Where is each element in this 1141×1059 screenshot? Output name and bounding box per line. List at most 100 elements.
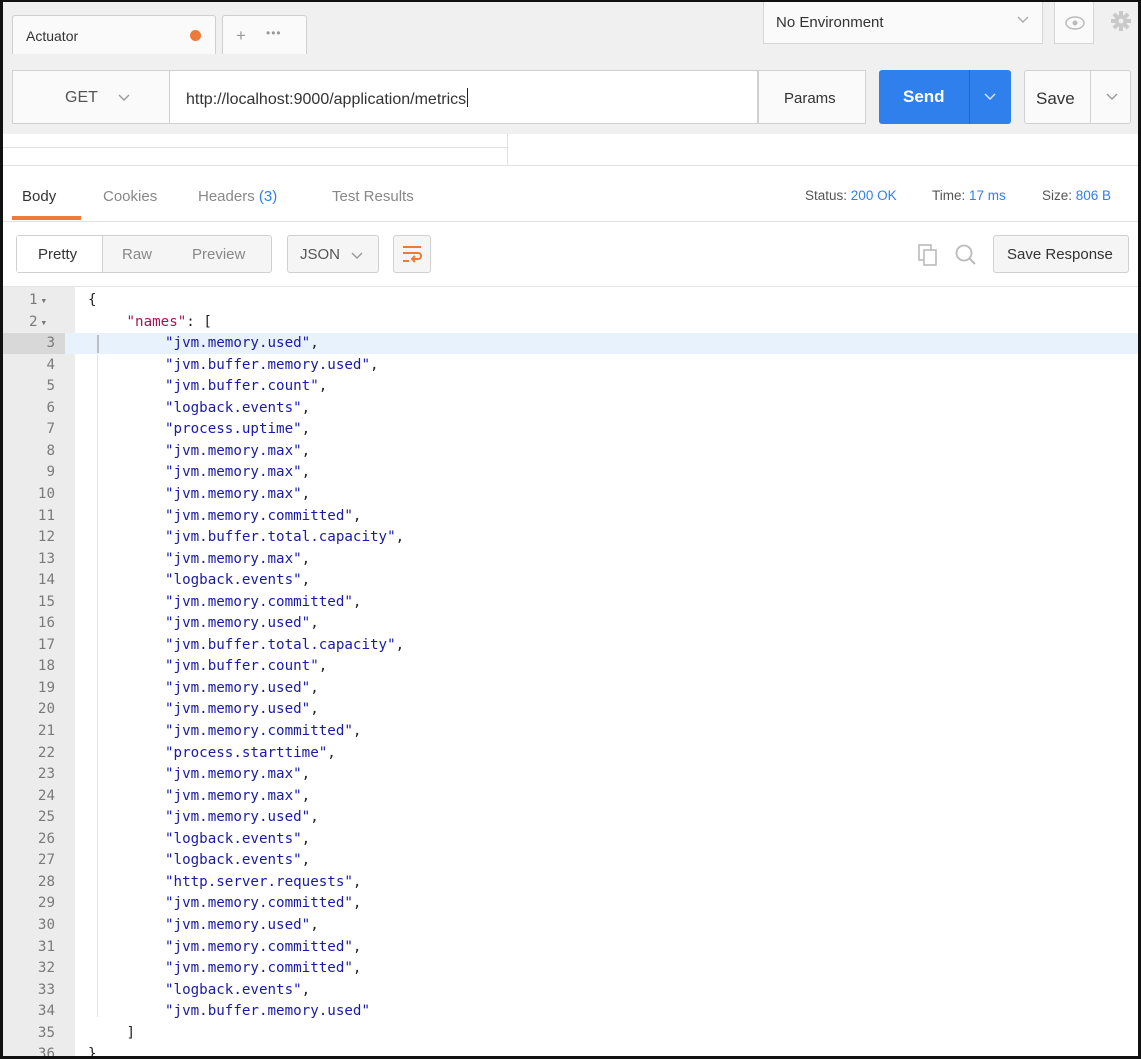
request-response-splitter[interactable] (3, 134, 1138, 166)
json-punctuation: , (301, 766, 311, 783)
send-button[interactable]: Send (879, 70, 1011, 124)
code-text: "jvm.memory.max", (165, 441, 310, 462)
params-button-label: Params (784, 90, 836, 107)
copy-icon (918, 244, 937, 266)
wrap-lines-button[interactable] (393, 235, 431, 273)
line-number: 22 (37, 744, 55, 761)
json-string: "jvm.memory.committed" (165, 960, 353, 977)
json-string: "logback.events" (165, 981, 302, 998)
response-body-editor[interactable]: 1 ▾ {2 ▾ "names": [3 "jvm.memory.used", 4 "jvm.… (3, 286, 1138, 1056)
json-string: "jvm.memory.committed" (165, 895, 353, 912)
code-line: 12 "jvm.buffer.total.capacity", (3, 527, 1138, 548)
tab-actions: + ••• (222, 15, 307, 54)
json-punctuation: , (352, 873, 362, 890)
code-text: "jvm.memory.max", (165, 484, 310, 505)
wrap-lines-icon (403, 246, 422, 263)
view-mode-preview[interactable]: Preview (192, 246, 245, 263)
fold-arrow-icon[interactable]: ▾ (41, 294, 53, 307)
unsaved-indicator-dot (190, 30, 201, 41)
code-text: "jvm.memory.used", (165, 333, 319, 354)
code-line: 35] (3, 1023, 1138, 1044)
copy-response-button[interactable] (915, 242, 941, 268)
json-string: "jvm.memory.used" (165, 679, 311, 696)
save-response-button[interactable]: Save Response (993, 235, 1129, 273)
manage-environments-button[interactable] (1102, 2, 1138, 44)
code-text: "jvm.memory.used", (165, 915, 319, 936)
chevron-down-icon[interactable] (1105, 89, 1119, 103)
code-line: 33 "logback.events", (3, 980, 1138, 1001)
code-text: "jvm.buffer.count", (165, 656, 327, 677)
line-number: 5 (46, 378, 55, 395)
time-label: Time: (932, 188, 966, 203)
code-line: 8 "jvm.memory.max", (3, 441, 1138, 462)
json-punctuation: , (352, 507, 362, 524)
view-mode-pretty[interactable]: Pretty (17, 236, 103, 272)
code-line: 9 "jvm.memory.max", (3, 462, 1138, 483)
tab-body[interactable]: Body (22, 188, 56, 205)
code-line: 6 "logback.events", (3, 398, 1138, 419)
code-line: 26 "logback.events", (3, 829, 1138, 850)
line-number: 2 ▾ (3, 312, 75, 333)
send-divider (969, 70, 970, 124)
code-line: 13 "jvm.memory.max", (3, 549, 1138, 570)
params-button[interactable]: Params (758, 70, 866, 124)
code-line: 14 "logback.events", (3, 570, 1138, 591)
search-response-button[interactable] (953, 242, 979, 268)
json-string: "jvm.memory.max" (165, 442, 302, 459)
code-text: "jvm.buffer.count", (165, 376, 327, 397)
environment-select[interactable]: No Environment (763, 2, 1043, 44)
json-punctuation: , (395, 529, 405, 546)
save-button[interactable]: Save (1024, 70, 1131, 124)
code-text: "logback.events", (165, 570, 310, 591)
format-select[interactable]: JSON (287, 235, 379, 273)
json-string: "process.starttime" (165, 744, 328, 761)
fold-arrow-icon[interactable]: ▾ (41, 316, 53, 329)
json-punctuation: , (301, 981, 311, 998)
new-tab-button[interactable]: + (236, 26, 246, 46)
code-text: "jvm.buffer.total.capacity", (165, 635, 404, 656)
environment-quick-look-button[interactable] (1054, 2, 1094, 44)
code-text: "jvm.buffer.total.capacity", (165, 527, 404, 548)
view-mode-raw[interactable]: Raw (122, 246, 152, 263)
divider (3, 147, 507, 148)
line-number: 28 (37, 873, 55, 890)
code-text: "jvm.memory.max", (165, 764, 310, 785)
url-input[interactable]: http://localhost:9000/application/metric… (169, 70, 758, 124)
line-number: 13 (37, 550, 55, 567)
json-key: "names" (126, 313, 187, 330)
send-button-label: Send (903, 87, 945, 106)
json-punctuation: , (310, 679, 319, 696)
tab-headers[interactable]: Headers (3) (198, 188, 277, 205)
status-readout: Status: 200 OK (805, 188, 897, 203)
line-number-text: 1 (29, 292, 38, 308)
line-number-text: 2 (29, 313, 38, 330)
http-method-value: GET (65, 89, 98, 106)
code-line: 34 "jvm.buffer.memory.used" (3, 1001, 1138, 1022)
json-punctuation: , (327, 744, 336, 761)
request-tab-actuator[interactable]: Actuator (12, 15, 216, 54)
code-text: "process.starttime", (165, 743, 336, 764)
code-line: 21 "jvm.memory.committed", (3, 721, 1138, 742)
code-text: "jvm.memory.used", (165, 678, 319, 699)
code-line: 4 "jvm.buffer.memory.used", (3, 355, 1138, 376)
http-method-select[interactable]: GET (12, 70, 169, 124)
json-string: "jvm.memory.used" (165, 916, 311, 933)
json-string: "logback.events" (165, 572, 302, 589)
code-line: 29 "jvm.memory.committed", (3, 893, 1138, 914)
tab-test-results[interactable]: Test Results (332, 188, 414, 205)
line-number: 27 (37, 852, 55, 869)
code-line: 2 ▾ "names": [ (3, 312, 1138, 333)
code-text: "jvm.memory.max", (165, 462, 310, 483)
code-text: "jvm.memory.committed", (165, 721, 361, 742)
line-number: 32 (37, 960, 55, 977)
json-punctuation: , (395, 636, 405, 653)
tab-cookies[interactable]: Cookies (103, 188, 157, 205)
json-string: "jvm.buffer.total.capacity" (165, 636, 396, 653)
json-punctuation: , (352, 895, 362, 912)
code-text: "logback.events", (165, 398, 310, 419)
json-string: "jvm.buffer.memory.used" (165, 1003, 370, 1020)
chevron-down-icon[interactable] (983, 89, 997, 103)
json-string: "jvm.memory.max" (165, 464, 302, 481)
more-tabs-button[interactable]: ••• (266, 26, 282, 40)
json-string: "jvm.memory.max" (165, 550, 302, 567)
